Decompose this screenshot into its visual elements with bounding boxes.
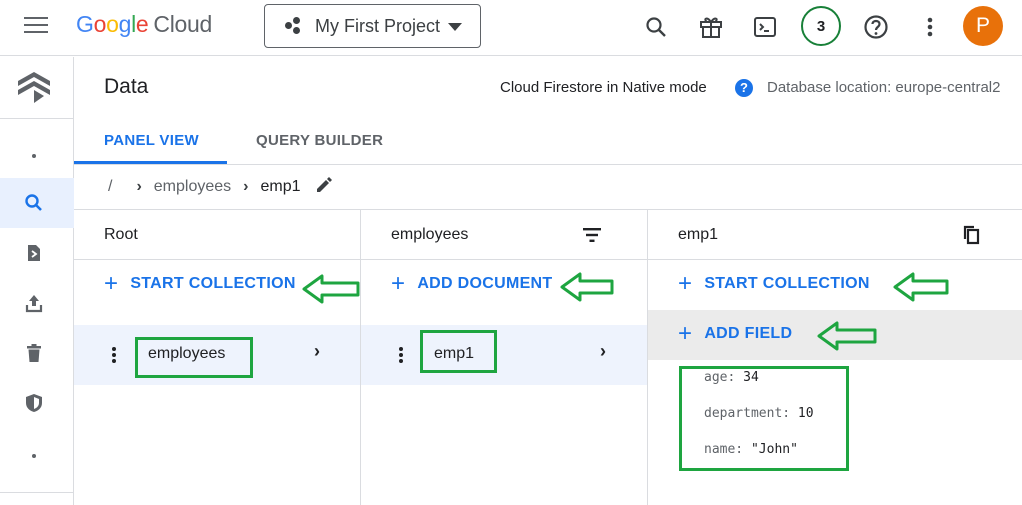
logo-cloud: Cloud (153, 11, 213, 37)
page-header: Data Cloud Firestore in Native mode ? Da… (74, 57, 1022, 117)
add-document-button[interactable]: + ADD DOCUMENT (391, 270, 553, 297)
avatar[interactable]: P (963, 6, 1003, 46)
chevron-right-icon: › (136, 178, 142, 195)
column-header: Root (74, 210, 360, 260)
search-icon[interactable] (641, 12, 671, 42)
filter-icon[interactable] (582, 227, 602, 248)
delete-icon (27, 344, 41, 362)
help-icon[interactable]: ? (735, 79, 753, 97)
sidebar-item-import-export[interactable] (0, 228, 74, 278)
terminal-icon[interactable] (750, 12, 780, 42)
breadcrumb-root[interactable]: / (108, 178, 112, 196)
more-vert-icon[interactable] (399, 347, 403, 365)
export-icon (25, 295, 43, 313)
chevron-right-icon: › (600, 341, 606, 361)
help-circle-icon[interactable] (861, 12, 891, 42)
edit-icon[interactable] (315, 176, 333, 199)
breadcrumb: / › employees › emp1 (74, 165, 1022, 210)
more-vert-icon[interactable] (112, 347, 116, 365)
search-icon (25, 194, 42, 211)
collection-column: employees + ADD DOCUMENT emp1 › (361, 210, 648, 505)
sidebar-bottom-divider (0, 492, 74, 493)
sidebar-item-security[interactable] (0, 378, 74, 428)
security-icon (26, 394, 42, 412)
breadcrumb-collection[interactable]: employees (154, 178, 231, 196)
start-collection-label: START COLLECTION (130, 275, 296, 292)
project-selector[interactable]: My First Project (264, 4, 481, 48)
firestore-logo-icon[interactable] (16, 70, 52, 106)
database-location: Database location: europe-central2 (767, 79, 1001, 96)
sidebar-item-delete[interactable] (0, 328, 74, 378)
page-title: Data (104, 75, 149, 98)
top-bar: Google Cloud My First Project 3 P (0, 0, 1022, 56)
add-document-label: ADD DOCUMENT (417, 275, 553, 292)
plus-icon: + (678, 270, 693, 297)
plus-icon: + (678, 320, 693, 347)
plus-icon: + (391, 270, 406, 297)
google-cloud-logo[interactable]: Google Cloud (76, 11, 212, 38)
notification-badge[interactable]: 3 (801, 6, 841, 46)
start-collection-button[interactable]: + START COLLECTION (678, 270, 870, 297)
breadcrumb-document[interactable]: emp1 (260, 178, 300, 196)
annotation-arrow (302, 274, 360, 304)
annotation-box (679, 366, 849, 471)
more-vert-icon[interactable] (915, 12, 945, 42)
tab-query-builder[interactable]: QUERY BUILDER (256, 132, 383, 149)
chevron-right-icon: › (314, 341, 320, 361)
project-name: My First Project (315, 15, 441, 36)
chevron-right-icon: › (243, 178, 249, 195)
import-icon (28, 245, 40, 261)
sidebar-item-export[interactable] (0, 278, 74, 328)
annotation-arrow (560, 272, 614, 302)
sidebar-item-data[interactable] (0, 178, 74, 228)
database-mode: Cloud Firestore in Native mode (500, 79, 707, 96)
add-field-label: ADD FIELD (704, 325, 793, 342)
active-tab-indicator (74, 161, 227, 164)
add-field-button[interactable]: + ADD FIELD (678, 320, 793, 347)
annotation-box (420, 330, 497, 373)
side-nav (0, 57, 74, 505)
logo-google: Google (76, 11, 149, 37)
chevron-down-icon (448, 23, 462, 31)
view-tabs: PANEL VIEW QUERY BUILDER (74, 117, 1022, 165)
sidebar-dot (32, 454, 36, 458)
start-collection-label: START COLLECTION (704, 275, 870, 292)
annotation-arrow (893, 272, 949, 302)
copy-icon[interactable] (963, 225, 981, 250)
annotation-arrow (817, 321, 877, 351)
menu-icon[interactable] (24, 17, 48, 35)
plus-icon: + (104, 270, 119, 297)
sidebar-dot (32, 154, 36, 158)
column-header: employees (361, 210, 647, 260)
project-dots-icon (283, 16, 305, 36)
gift-icon[interactable] (696, 12, 726, 42)
start-collection-button[interactable]: + START COLLECTION (104, 270, 296, 297)
list-item[interactable]: emp1 › (361, 325, 647, 385)
tab-panel-view[interactable]: PANEL VIEW (104, 132, 199, 149)
annotation-box (135, 337, 253, 378)
sidebar-divider (0, 118, 74, 119)
